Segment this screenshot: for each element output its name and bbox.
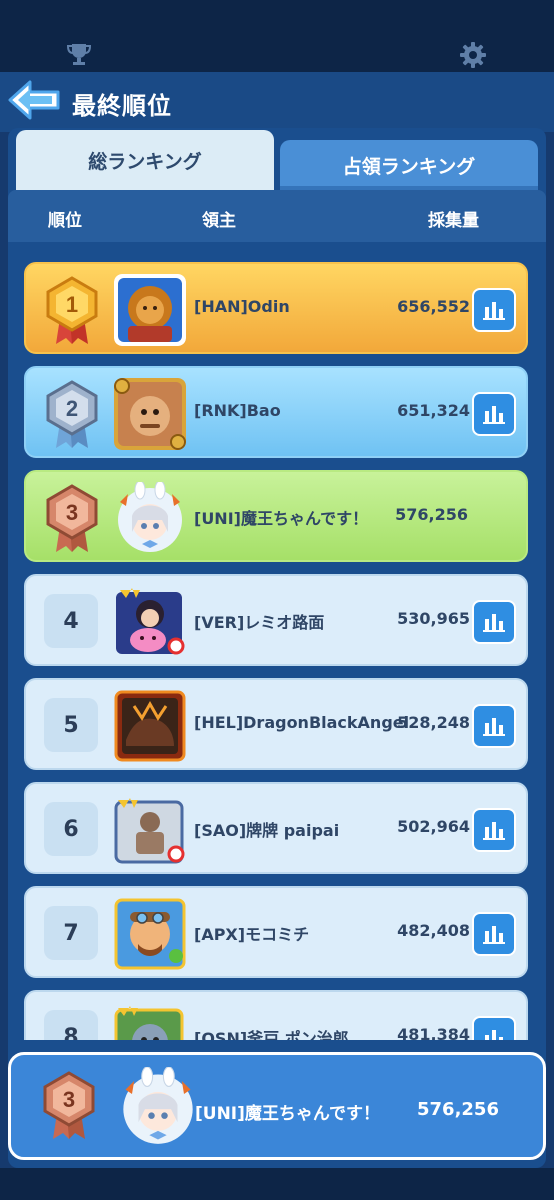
rank-number: 6 — [44, 802, 98, 856]
ranking-row[interactable]: 8 [OSN]釜戸 ポン治郎 481,384 — [24, 990, 528, 1040]
ranking-row[interactable]: 5 [HEL]DragonBlackAngel 528,248 — [24, 678, 528, 770]
stats-button[interactable] — [472, 288, 516, 332]
stats-button[interactable] — [472, 1016, 516, 1040]
player-score: 502,964 — [397, 817, 470, 836]
player-name: [RNK]Bao — [194, 401, 281, 420]
column-header: 順位 領主 採集量 — [8, 190, 546, 242]
player-score: 482,408 — [397, 921, 470, 940]
ranking-row[interactable]: 4 [VER]レミオ路面 530,965 — [24, 574, 528, 666]
ranking-row[interactable]: 6 [SAO]牌牌 paipai 502,964 — [24, 782, 528, 874]
avatar[interactable] — [114, 794, 186, 866]
player-name: [VER]レミオ路面 — [194, 613, 325, 632]
stats-button[interactable] — [472, 808, 516, 852]
own-ranking-bar[interactable]: 3 [UNI]魔王ちゃんです！ 576,256 — [8, 1052, 546, 1160]
player-score: 528,248 — [397, 713, 470, 732]
stats-icon — [483, 406, 505, 424]
player-name: [HAN]Odin — [194, 297, 290, 316]
ranking-list[interactable]: 1 [HAN]Odin 656,552 2 [RNK]Bao 651,324 3… — [8, 242, 546, 1040]
column-lord: 領主 — [202, 211, 236, 231]
stats-button[interactable] — [472, 600, 516, 644]
svg-text:1: 1 — [66, 292, 78, 317]
own-player-name: [UNI]魔王ちゃんです！ — [195, 1104, 381, 1124]
ranking-row[interactable]: 2 [RNK]Bao 651,324 — [24, 366, 528, 458]
stats-icon — [483, 822, 505, 840]
ranking-row[interactable]: 7 [APX]モコミチ 482,408 — [24, 886, 528, 978]
column-amount: 採集量 — [428, 211, 479, 231]
rank-number: 7 — [44, 906, 98, 960]
rank-number: 4 — [44, 594, 98, 648]
ranking-row[interactable]: 1 [HAN]Odin 656,552 — [24, 262, 528, 354]
stats-icon — [483, 926, 505, 944]
rank-number: 8 — [44, 1010, 98, 1040]
player-name: [OSN]釜戸 ポン治郎 — [194, 1029, 349, 1040]
player-name: [HEL]DragonBlackAngel — [194, 713, 410, 732]
trophy-icon[interactable] — [64, 40, 94, 70]
stats-button[interactable] — [472, 704, 516, 748]
avatar[interactable] — [114, 482, 186, 554]
stats-button[interactable] — [472, 392, 516, 436]
svg-text:3: 3 — [63, 1087, 75, 1112]
bottom-bar — [0, 1168, 554, 1200]
gold-medal-icon: 1 — [46, 276, 98, 344]
stats-icon — [483, 614, 505, 632]
rank-number: 5 — [44, 698, 98, 752]
stats-button[interactable] — [472, 912, 516, 956]
column-rank: 順位 — [48, 211, 82, 231]
gear-icon[interactable] — [458, 40, 488, 70]
avatar[interactable] — [114, 378, 186, 450]
tab-overall-ranking[interactable]: 総ランキング — [16, 130, 274, 190]
player-name: [APX]モコミチ — [194, 925, 310, 944]
avatar[interactable] — [114, 274, 186, 346]
svg-text:3: 3 — [66, 500, 78, 525]
silver-medal-icon: 2 — [46, 380, 98, 448]
player-score: 656,552 — [397, 297, 470, 316]
back-arrow-icon[interactable] — [6, 78, 62, 122]
own-player-score: 576,256 — [417, 1099, 499, 1120]
stats-icon — [485, 1030, 503, 1040]
player-score: 651,324 — [397, 401, 470, 420]
avatar[interactable] — [114, 690, 186, 762]
player-score: 530,965 — [397, 609, 470, 628]
player-score: 576,256 — [395, 505, 468, 524]
page-title: 最終順位 — [72, 92, 172, 120]
stats-icon — [483, 718, 505, 736]
bronze-medal-icon: 3 — [43, 1071, 95, 1139]
ranking-row[interactable]: 3 [UNI]魔王ちゃんです！ 576,256 — [24, 470, 528, 562]
avatar[interactable] — [114, 586, 186, 658]
avatar[interactable] — [119, 1067, 197, 1147]
bronze-medal-icon: 3 — [46, 484, 98, 552]
avatar[interactable] — [114, 1002, 186, 1040]
tab-occupation-ranking[interactable]: 占領ランキング — [280, 140, 538, 190]
avatar[interactable] — [114, 898, 186, 970]
stats-icon — [483, 302, 505, 320]
player-name: [SAO]牌牌 paipai — [194, 821, 340, 840]
player-name: [UNI]魔王ちゃんです！ — [194, 509, 369, 528]
svg-text:2: 2 — [66, 396, 78, 421]
player-score: 481,384 — [397, 1025, 470, 1040]
